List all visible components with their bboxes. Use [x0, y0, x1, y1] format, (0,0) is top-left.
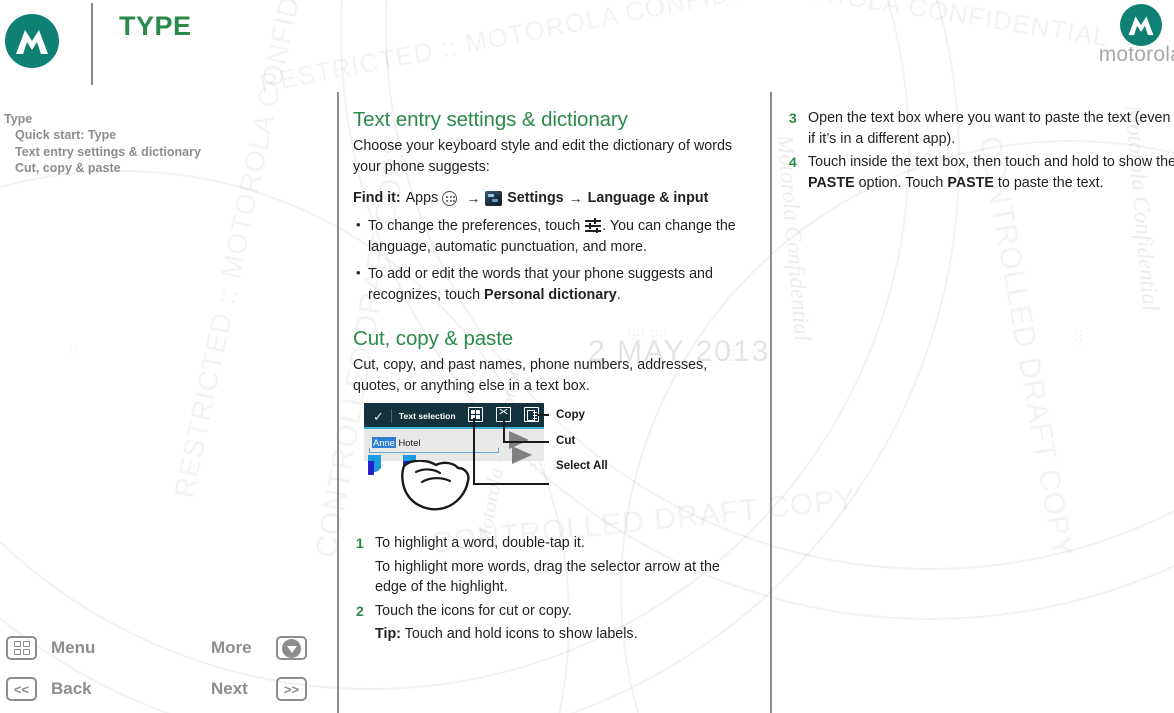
motorola-logo-icon-top-right: [1120, 4, 1162, 46]
table-of-contents: Type Quick start: Type Text entry settin…: [4, 111, 201, 176]
find-it-label: Find it:: [353, 190, 401, 206]
select-all-icon[interactable]: [468, 407, 483, 422]
step-text: To highlight a word, double-tap it.: [375, 535, 585, 551]
main-column: Text entry settings & dictionary Choose …: [353, 108, 753, 396]
text-field-underline: [369, 446, 499, 454]
callout-line-select-all: [473, 418, 475, 484]
bullet-change-preferences: To change the preferences, touch . You c…: [353, 215, 753, 257]
motorola-logo-icon: [5, 14, 59, 68]
chevron-down-icon: [282, 638, 301, 658]
bullet-text-bold: Personal dictionary: [484, 286, 617, 303]
selected-text: Anne: [372, 437, 396, 448]
column-divider-right: [770, 92, 772, 713]
toc-item-root[interactable]: Type: [4, 111, 201, 127]
bullet-personal-dictionary: To add or edit the words that your phone…: [353, 263, 753, 305]
callout-label-cut: Cut: [556, 434, 576, 447]
step-3: 3 Open the text box where you want to pa…: [786, 108, 1174, 149]
watermark-line: MOTOROLA CONFIDENTIAL: [745, 0, 1111, 53]
bullet-text-post: .: [616, 286, 621, 303]
menu-button[interactable]: [6, 636, 37, 660]
nav-row-menu: Menu More: [0, 636, 320, 677]
section-intro-cut-copy-paste: Cut, copy, and past names, phone numbers…: [353, 357, 708, 394]
path-arrow-icon: →: [568, 190, 583, 206]
callout-line-copy: [537, 414, 549, 416]
step-2: 2 Touch the icons for cut or copy.: [353, 601, 753, 622]
watermark-line: CONTROLLED DRAFT COPY: [972, 134, 1080, 561]
step-text: Touch the icons for cut or copy.: [375, 602, 572, 619]
step-text-post: to paste the text.: [993, 174, 1104, 191]
toc-item-text-entry-settings[interactable]: Text entry settings & dictionary: [4, 144, 201, 160]
action-bar-title: Text selection: [398, 411, 456, 421]
more-label[interactable]: More: [211, 638, 252, 658]
action-bar-underline: [364, 427, 544, 429]
bullet-text-pre: To change the preferences, touch: [368, 218, 585, 234]
path-arrow-icon: →: [466, 190, 481, 206]
next-label[interactable]: Next: [211, 679, 248, 699]
grid-icon: [13, 641, 30, 655]
manual-page: RESTRICTED :: MOTOROLA CONFIDENTIAL MOTO…: [0, 0, 1174, 713]
text-selection-action-bar: ✓ Text selection: [364, 403, 544, 429]
motorola-wordmark: motorola: [1098, 43, 1174, 66]
action-bar-separator: [390, 409, 392, 423]
more-button[interactable]: [276, 636, 307, 660]
apps-grid-icon: [442, 190, 458, 206]
find-it-path: Find it: Apps → Settings → Language & in…: [353, 188, 753, 208]
toc-item-cut-copy-paste[interactable]: Cut, copy & paste: [4, 160, 201, 176]
drag-arrow-icon: [512, 446, 532, 464]
callout-label-copy: Copy: [556, 408, 585, 421]
page-title: TYPE: [119, 11, 192, 41]
back-label[interactable]: Back: [51, 679, 92, 699]
text-field-value: Anne Hotel: [372, 437, 420, 448]
step-text-bold-paste: PASTE: [808, 174, 855, 191]
find-it-settings: Settings: [507, 190, 564, 206]
check-icon[interactable]: ✓: [373, 410, 384, 423]
tip-text: Touch and hold icons to show labels.: [400, 626, 638, 642]
header-divider: [91, 3, 93, 85]
preferences-sliders-icon: [585, 218, 602, 233]
bullet-list-text-entry: To change the preferences, touch . You c…: [353, 215, 753, 305]
back-button[interactable]: <<: [6, 677, 37, 701]
find-it-target: Language & input: [587, 190, 709, 206]
watermark-line: RESTRICTED :: MOTOROLA CONFIDENTIAL: [257, 0, 827, 100]
toc-item-quick-start[interactable]: Quick start: Type: [4, 127, 201, 143]
steps-main: 1 To highlight a word, double-tap it. To…: [353, 533, 753, 648]
find-it-apps: Apps: [405, 190, 439, 206]
section-intro-text-entry: Choose your keyboard style and edit the …: [353, 138, 733, 175]
section-heading-cut-copy-paste: Cut, copy & paste: [353, 327, 514, 350]
sidebar: TYPE Type Quick start: Type Text entry s…: [0, 0, 337, 713]
step-1-substep: To highlight more words, drag the select…: [375, 558, 720, 596]
step-number: 1: [356, 535, 364, 551]
step-list-2: 2 Touch the icons for cut or copy.: [353, 601, 753, 622]
nav-row-back: << Back Next >>: [0, 677, 320, 713]
bottom-navigation: Menu More << Back Next >>: [0, 636, 320, 713]
callout-line-cut: [503, 420, 505, 442]
step-1: 1 To highlight a word, double-tap it.: [353, 533, 753, 554]
settings-app-icon: [485, 190, 503, 206]
next-button[interactable]: >>: [276, 677, 307, 701]
step-list: 1 To highlight a word, double-tap it.: [353, 533, 753, 554]
column-divider-left: [337, 92, 339, 713]
callout-line-cut-h: [503, 441, 549, 443]
step-list-right: 3 Open the text box where you want to pa…: [786, 108, 1174, 193]
step-4: 4 Touch inside the text box, then touch …: [786, 152, 1174, 193]
right-column: 3 Open the text box where you want to pa…: [786, 108, 1174, 196]
hand-cursor-icon: [401, 460, 470, 511]
unselected-text: Hotel: [395, 437, 421, 448]
tip-label: Tip:: [375, 626, 401, 642]
step-text-bold-paste-2: PASTE: [947, 174, 994, 191]
step-number: 2: [356, 602, 364, 619]
menu-label[interactable]: Menu: [51, 638, 95, 658]
step-text-pre: Touch inside the text box, then touch an…: [808, 154, 1174, 170]
callout-label-select-all: Select All: [556, 459, 608, 472]
step-2-tip: Tip: Touch and hold icons to show labels…: [353, 624, 753, 645]
step-number: 4: [789, 154, 797, 170]
step-text-mid: option. Touch: [854, 174, 948, 191]
step-text: Open the text box where you want to past…: [808, 110, 1171, 147]
selection-handle-left[interactable]: [368, 455, 381, 475]
callout-line-select-all-h: [473, 483, 549, 485]
step-number: 3: [789, 110, 797, 126]
section-heading-text-entry: Text entry settings & dictionary: [353, 108, 628, 131]
